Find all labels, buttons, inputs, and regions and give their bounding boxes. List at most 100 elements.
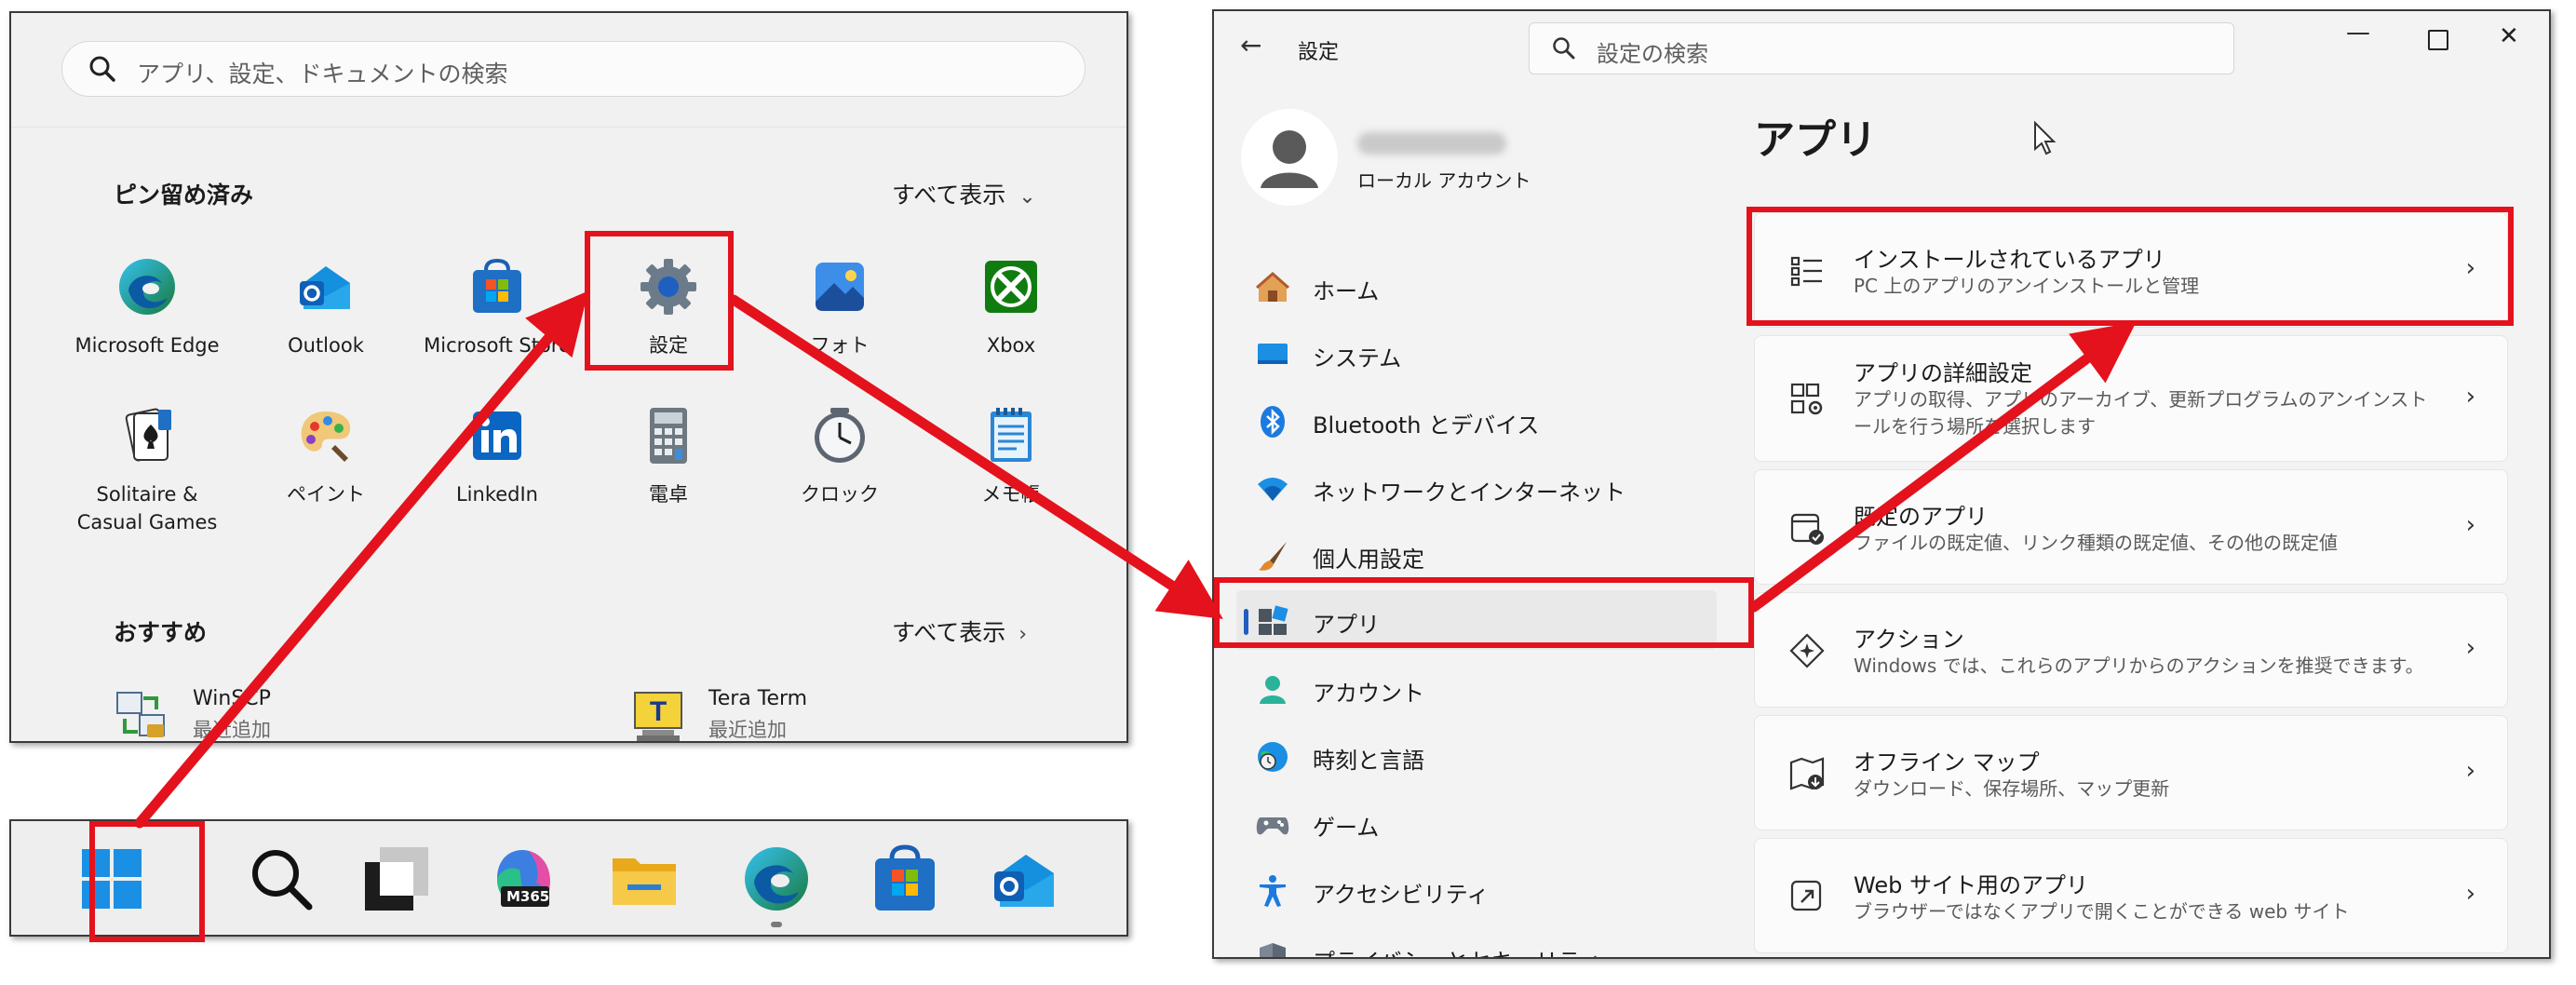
highlight-settings-app bbox=[585, 231, 734, 371]
actions-icon bbox=[1789, 633, 1825, 668]
back-arrow-icon[interactable]: ← bbox=[1240, 30, 1261, 61]
nav-label: 個人用設定 bbox=[1313, 546, 1424, 573]
edge-icon bbox=[745, 847, 808, 911]
app-label: Outlook bbox=[288, 334, 364, 357]
privacy-icon bbox=[1260, 943, 1286, 957]
mouse-cursor-icon bbox=[2034, 121, 2057, 155]
nav-item-time-language[interactable]: 時刻と言語 bbox=[1214, 726, 1717, 786]
nav-label: ゲーム bbox=[1313, 815, 1380, 841]
pinned-app-clock[interactable]: クロック bbox=[765, 404, 914, 544]
time-language-icon bbox=[1258, 742, 1288, 772]
nav-item-gaming[interactable]: ゲーム bbox=[1214, 793, 1717, 853]
file-explorer-icon bbox=[613, 858, 676, 905]
close-button[interactable]: ✕ bbox=[2499, 22, 2519, 50]
recommended-subtitle: 最近追加 bbox=[193, 719, 271, 741]
search-icon bbox=[252, 850, 313, 911]
card-advanced-app-settings[interactable]: アプリの詳細設定 アプリの取得、アプリのアーカイブ、更新プログラムのアンインスト… bbox=[1754, 335, 2508, 462]
recommended-item-teraterm[interactable]: T Tera Term 最近追加 bbox=[629, 687, 1002, 741]
home-icon bbox=[1256, 271, 1289, 302]
app-label: Microsoft Edge bbox=[74, 334, 220, 357]
pinned-app-calculator[interactable]: 電卓 bbox=[594, 404, 743, 544]
nav-item-system[interactable]: システム bbox=[1214, 324, 1717, 384]
chevron-right-icon: › bbox=[2465, 634, 2475, 662]
account-card[interactable]: ローカル アカウント bbox=[1238, 106, 1676, 209]
m365-icon bbox=[497, 850, 550, 907]
app-label: クロック bbox=[801, 483, 879, 506]
taskbar-outlook-button[interactable] bbox=[989, 842, 1063, 916]
maximize-button[interactable] bbox=[2428, 30, 2448, 50]
card-description: Windows では、これらのアプリからのアクションを推奨できます。 bbox=[1854, 654, 2424, 677]
settings-search-input[interactable]: 設定の検索 bbox=[1529, 22, 2234, 74]
pinned-app-photos[interactable]: フォト bbox=[765, 255, 914, 395]
recommended-title: WinSCP bbox=[193, 687, 271, 710]
paint-icon bbox=[301, 412, 351, 462]
pinned-app-edge[interactable]: Microsoft Edge bbox=[73, 255, 222, 395]
taskbar-store-button[interactable] bbox=[868, 842, 942, 916]
start-menu: アプリ、設定、ドキュメントの検索 ピン留め済み すべて表示 ⌄ Microsoft… bbox=[9, 11, 1128, 743]
nav-item-accounts[interactable]: アカウント bbox=[1214, 659, 1717, 719]
recommended-title: Tera Term bbox=[708, 687, 808, 710]
taskbar-file-explorer-button[interactable] bbox=[607, 842, 681, 916]
highlight-start-button bbox=[89, 821, 205, 942]
pinned-app-solitaire[interactable]: Solitaire & Casual Games bbox=[73, 404, 222, 544]
recommended-item-winscp[interactable]: WinSCP 最近追加 bbox=[114, 687, 486, 741]
nav-label: プライバシーとセキュリティ bbox=[1313, 943, 1601, 957]
taskbar-edge-button[interactable] bbox=[739, 842, 814, 927]
account-name-redacted bbox=[1357, 132, 1506, 155]
nav-label: アクセシビリティ bbox=[1313, 882, 1490, 908]
app-label: メモ帳 bbox=[981, 483, 1041, 506]
running-indicator bbox=[771, 922, 782, 927]
pinned-app-notepad[interactable]: メモ帳 bbox=[937, 404, 1086, 544]
pinned-heading: ピン留め済み bbox=[114, 182, 254, 209]
solitaire-icon bbox=[125, 408, 171, 462]
nav-item-bluetooth[interactable]: Bluetooth とデバイス bbox=[1214, 391, 1717, 451]
nav-item-network[interactable]: ネットワークとインターネット bbox=[1214, 458, 1717, 518]
offline-maps-icon bbox=[1789, 757, 1825, 790]
search-icon bbox=[89, 56, 115, 82]
nav-label: ネットワークとインターネット bbox=[1313, 479, 1625, 506]
pinned-app-paint[interactable]: ペイント bbox=[251, 404, 400, 544]
task-view-icon bbox=[365, 847, 428, 911]
pinned-app-linkedin[interactable]: LinkedIn bbox=[423, 404, 572, 544]
show-all-label: すべて表示 bbox=[892, 619, 1006, 646]
settings-search-placeholder: 設定の検索 bbox=[1597, 41, 1708, 67]
store-icon bbox=[875, 844, 935, 911]
highlight-installed-apps bbox=[1747, 207, 2514, 326]
taskbar-m365-button[interactable]: M365 bbox=[488, 842, 562, 916]
card-offline-maps[interactable]: オフライン マップ ダウンロード、保存場所、マップ更新 › bbox=[1754, 715, 2508, 830]
start-search-input[interactable]: アプリ、設定、ドキュメントの検索 bbox=[61, 41, 1086, 97]
nav-item-accessibility[interactable]: アクセシビリティ bbox=[1214, 860, 1717, 920]
pinned-app-xbox[interactable]: Xbox bbox=[937, 255, 1086, 395]
minimize-button[interactable]: — bbox=[2346, 19, 2370, 47]
app-label: フォト bbox=[810, 334, 870, 357]
card-title: オフライン マップ bbox=[1854, 749, 2040, 776]
recommended-show-all-button[interactable]: すべて表示 › bbox=[892, 614, 1027, 648]
nav-item-personalization[interactable]: 個人用設定 bbox=[1214, 525, 1717, 585]
divider bbox=[11, 127, 1126, 128]
bluetooth-icon bbox=[1261, 406, 1285, 438]
card-title: Web サイト用のアプリ bbox=[1854, 872, 2088, 898]
account-icon bbox=[1260, 676, 1286, 704]
nav-label: ホーム bbox=[1313, 278, 1380, 304]
store-icon bbox=[473, 258, 521, 313]
card-title: アプリの詳細設定 bbox=[1854, 360, 2032, 386]
nav-item-privacy[interactable]: プライバシーとセキュリティ bbox=[1214, 927, 1717, 957]
taskbar-task-view-button[interactable] bbox=[359, 842, 434, 916]
nav-label: 時刻と言語 bbox=[1313, 748, 1424, 774]
settings-window: ← 設定 設定の検索 — ✕ ローカル アカウント ホーム システム Bluet… bbox=[1212, 9, 2551, 959]
pinned-app-store[interactable]: Microsoft Store bbox=[423, 255, 572, 395]
pinned-show-all-button[interactable]: すべて表示 ⌄ bbox=[892, 177, 1036, 210]
chevron-right-icon: › bbox=[2465, 511, 2475, 539]
chevron-right-icon: › bbox=[2465, 757, 2475, 785]
nav-label: システム bbox=[1313, 345, 1402, 371]
m365-label: M365 bbox=[506, 888, 550, 905]
account-type: ローカル アカウント bbox=[1357, 169, 1531, 192]
card-actions[interactable]: アクション Windows では、これらのアプリからのアクションを推奨できます。… bbox=[1754, 592, 2508, 708]
nav-item-home[interactable]: ホーム bbox=[1214, 257, 1717, 317]
edge-icon bbox=[119, 259, 175, 315]
app-label: Xbox bbox=[986, 334, 1036, 357]
pinned-app-outlook[interactable]: Outlook bbox=[251, 255, 400, 395]
card-default-apps[interactable]: 既定のアプリ ファイルの既定値、リンク種類の既定値、その他の既定値 › bbox=[1754, 469, 2508, 585]
taskbar-search-button[interactable] bbox=[244, 842, 318, 916]
card-apps-for-websites[interactable]: Web サイト用のアプリ ブラウザーではなくアプリで開くことができる web サ… bbox=[1754, 838, 2508, 953]
